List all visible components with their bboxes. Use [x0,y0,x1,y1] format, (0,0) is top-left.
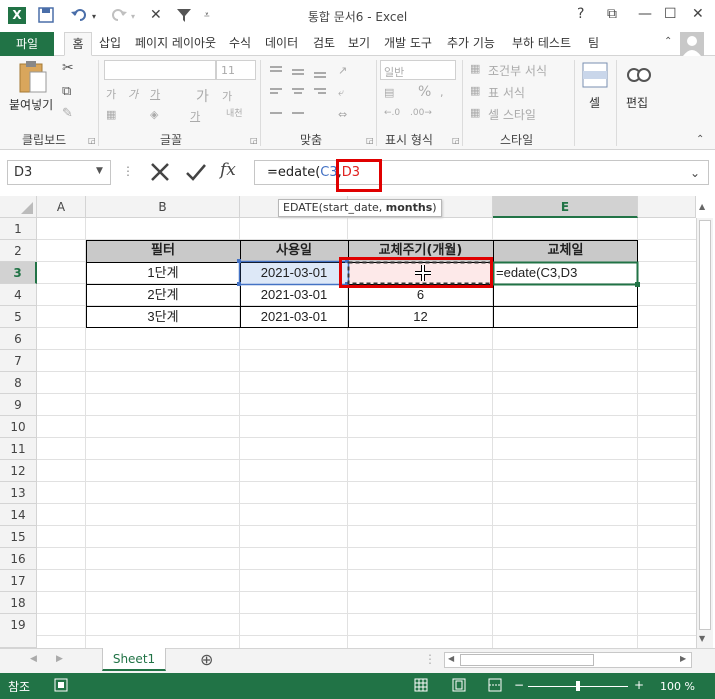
zoom-in-button[interactable]: + [634,678,644,692]
horizontal-scroll-thumb[interactable] [460,654,594,666]
macro-record-icon[interactable] [54,678,68,695]
scroll-right-icon[interactable]: ▶ [680,654,686,663]
function-tooltip: EDATE(start_date, months) [278,199,442,217]
zoom-level[interactable]: 100 % [660,680,695,693]
zoom-slider-thumb[interactable] [576,681,580,691]
tooltip-function: EDATE(start_date, [283,201,386,214]
status-mode: 참조 [8,680,31,694]
scroll-down-icon[interactable]: ▼ [699,634,705,643]
move-cursor-icon [414,264,432,285]
zoom-out-button[interactable]: − [514,678,524,692]
vertical-scroll-thumb[interactable] [699,220,711,630]
page-layout-view-icon[interactable] [452,678,466,695]
normal-view-icon[interactable] [414,678,428,695]
scroll-left-icon[interactable]: ◀ [448,654,454,663]
prev-sheet-icon[interactable]: ◀ [30,654,37,664]
page-break-view-icon[interactable] [488,678,502,695]
next-sheet-icon[interactable]: ▶ [56,654,63,664]
table-borders [86,240,640,328]
tooltip-arg: months [385,201,433,214]
sheet-tab-sheet1[interactable]: Sheet1 [102,648,166,671]
tooltip-close: ) [432,201,437,214]
sheet-split-icon: ⋮ [424,652,436,666]
scroll-up-icon[interactable]: ▲ [699,202,705,211]
add-sheet-button[interactable]: ⊕ [200,650,213,669]
